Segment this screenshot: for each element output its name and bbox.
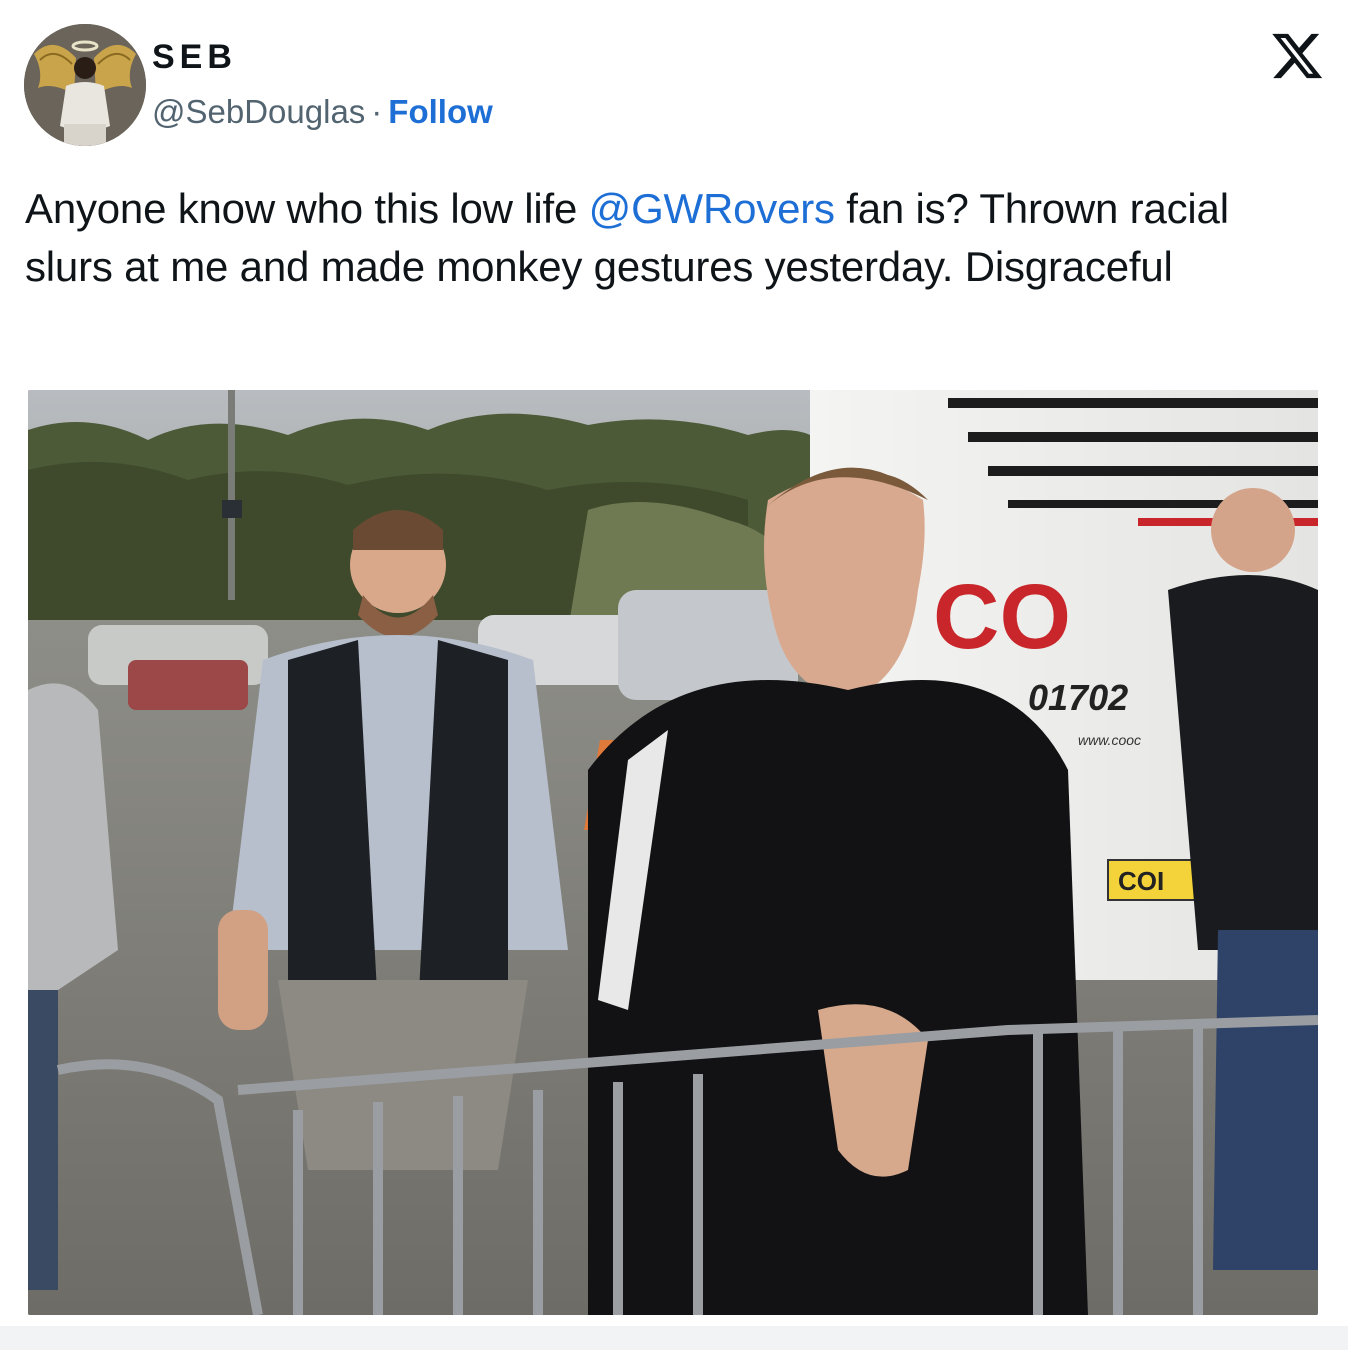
coach-web-text: www.cooc bbox=[1078, 732, 1141, 748]
profile-avatar-icon bbox=[24, 24, 146, 146]
author-handle-row: @SebDouglas · Follow bbox=[152, 95, 493, 128]
author-display-name[interactable]: SEB bbox=[152, 40, 237, 74]
x-logo-icon[interactable] bbox=[1268, 28, 1326, 84]
separator-dot: · bbox=[371, 93, 383, 130]
coach-phone-text: 01702 bbox=[1028, 677, 1128, 718]
photo-illustration: CO 01702 www.cooc COI bbox=[28, 390, 1318, 1315]
follow-button[interactable]: Follow bbox=[388, 93, 492, 130]
plate-text: COI bbox=[1118, 866, 1164, 896]
mention-link[interactable]: @GWRovers bbox=[589, 185, 835, 232]
tweet-text-part-1: Anyone know who this low life bbox=[25, 185, 589, 232]
tweet-text: Anyone know who this low life @GWRovers … bbox=[25, 180, 1325, 296]
author-handle[interactable]: @SebDouglas bbox=[152, 93, 365, 130]
author-avatar[interactable] bbox=[24, 24, 146, 146]
coach-livery-text: CO bbox=[933, 566, 1071, 668]
tweet-media-photo[interactable]: CO 01702 www.cooc COI bbox=[28, 390, 1318, 1315]
bottom-strip bbox=[0, 1326, 1348, 1350]
tweet-card: SEB @SebDouglas · Follow Anyone know who t… bbox=[0, 0, 1348, 1350]
